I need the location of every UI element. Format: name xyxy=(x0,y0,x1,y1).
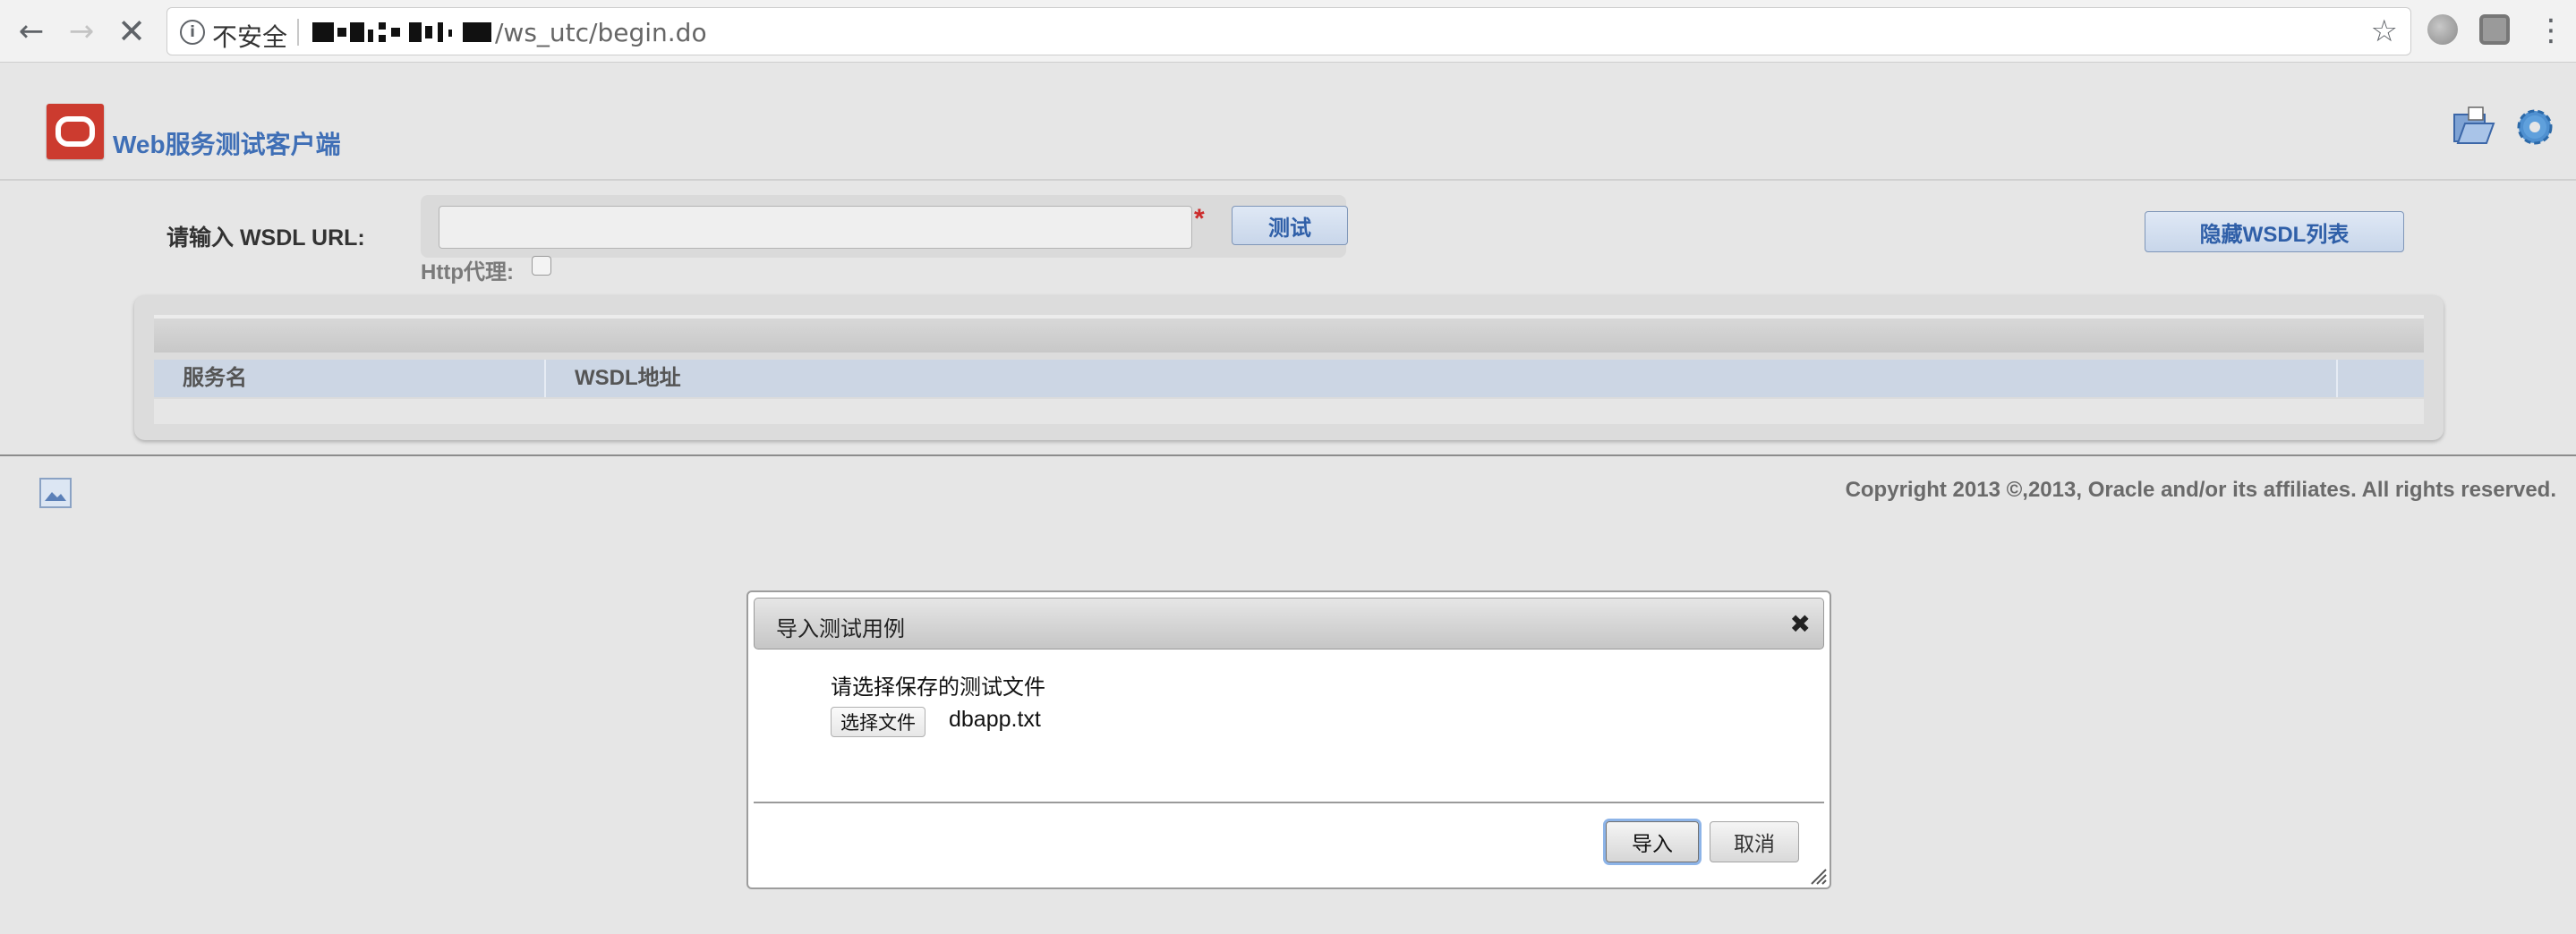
dialog-title: 导入测试用例 xyxy=(776,616,905,641)
table-toolbar xyxy=(154,315,2424,352)
choose-file-button[interactable]: 选择文件 xyxy=(831,707,925,737)
http-proxy-label: Http代理: xyxy=(421,260,514,284)
table-header-row: 服务名 WSDL地址 xyxy=(154,360,2424,397)
settings-gear-icon[interactable] xyxy=(2512,104,2558,150)
extension-globe-icon[interactable] xyxy=(2427,14,2458,45)
address-separator xyxy=(297,19,299,46)
dialog-divider xyxy=(754,802,1824,803)
image-icon[interactable] xyxy=(39,478,72,508)
browser-toolbar: ← → ✕ i 不安全 /ws_utc/begin.do ☆ ⋮ xyxy=(0,0,2576,63)
column-service-name[interactable]: 服务名 xyxy=(154,360,546,397)
bookmark-star-icon[interactable]: ☆ xyxy=(2371,13,2398,49)
wsdl-url-label: 请输入 WSDL URL: xyxy=(166,225,365,250)
info-icon[interactable]: i xyxy=(180,20,205,45)
dialog-prompt: 请选择保存的测试文件 xyxy=(831,675,1045,700)
http-proxy-checkbox[interactable] xyxy=(532,256,551,276)
app-title: Web服务测试客户端 xyxy=(113,131,341,158)
wsdl-list-panel: 服务名 WSDL地址 xyxy=(134,295,2444,440)
required-marker: * xyxy=(1194,204,1205,234)
copyright-text: Copyright 2013 ©,2013, Oracle and/or its… xyxy=(1845,478,2556,502)
hide-wsdl-list-button[interactable]: 隐藏WSDL列表 xyxy=(2145,211,2404,252)
table-body xyxy=(154,399,2424,424)
test-button[interactable]: 测试 xyxy=(1232,206,1348,245)
selected-file-name: dbapp.txt xyxy=(949,707,1041,732)
column-wsdl-address[interactable]: WSDL地址 xyxy=(546,360,2338,397)
redacted-host xyxy=(312,22,491,42)
oracle-logo xyxy=(47,104,104,159)
stop-loading-icon[interactable]: ✕ xyxy=(111,11,152,52)
open-folder-icon[interactable] xyxy=(2451,104,2497,150)
import-button[interactable]: 导入 xyxy=(1606,821,1699,862)
browser-menu-icon[interactable]: ⋮ xyxy=(2536,13,2566,48)
import-test-case-dialog: 导入测试用例 ✖ 请选择保存的测试文件 选择文件 dbapp.txt 导入 取消 xyxy=(746,590,1831,889)
dialog-title-bar[interactable]: 导入测试用例 ✖ xyxy=(754,598,1824,650)
content-divider xyxy=(0,454,2576,456)
column-extra xyxy=(2338,360,2424,397)
url-text[interactable]: /ws_utc/begin.do xyxy=(495,18,707,47)
cancel-button[interactable]: 取消 xyxy=(1710,821,1799,862)
address-bar[interactable]: i 不安全 /ws_utc/begin.do ☆ xyxy=(166,7,2411,55)
back-icon[interactable]: ← xyxy=(11,11,52,52)
extension-window-icon[interactable] xyxy=(2479,14,2510,45)
close-icon[interactable]: ✖ xyxy=(1790,609,1811,639)
security-status[interactable]: 不安全 xyxy=(212,18,287,54)
header-divider xyxy=(0,179,2576,181)
forward-icon[interactable]: → xyxy=(61,11,102,52)
wsdl-url-input[interactable] xyxy=(439,206,1192,249)
url-input-group: * 测试 xyxy=(421,195,1348,258)
resize-grip-icon[interactable] xyxy=(1808,866,1828,886)
